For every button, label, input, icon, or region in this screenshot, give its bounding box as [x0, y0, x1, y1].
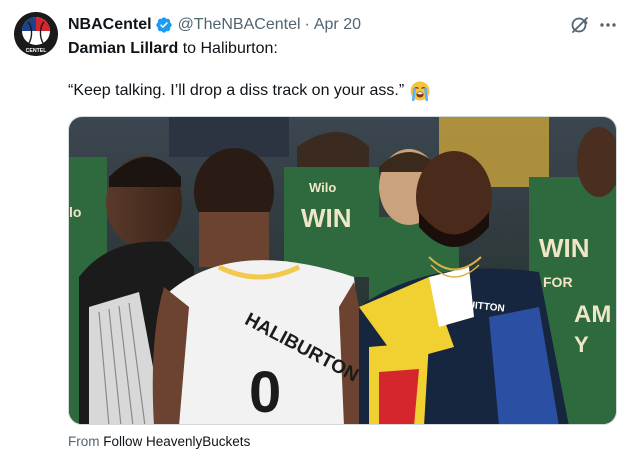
bg-jersey-3-text-b: FOR [543, 274, 573, 290]
bg-jersey-2-text: Wilo [309, 180, 336, 195]
bg-jersey-3-text-d: Y [574, 332, 589, 357]
header-separator: · [304, 16, 310, 33]
tweet-header: NBACentel @TheNBACentel · Apr 20 [68, 14, 361, 36]
tweet-text-line-2: “Keep talking. I’ll drop a diss track on… [68, 81, 430, 102]
tweet-text-rest: to Haliburton: [178, 40, 278, 57]
tweet-media-photo[interactable]: lo Wilo WIN WIN FOR AM Y HALIBURTON 0 VU… [68, 116, 617, 425]
loudly-crying-face-emoji [410, 81, 430, 102]
more-icon[interactable] [597, 14, 619, 36]
media-source-attribution: From Follow HeavenlyBuckets [68, 434, 250, 449]
bg-jersey-3-text: WIN [539, 233, 590, 263]
source-prefix: From [68, 434, 104, 449]
bg-jersey-text-left: lo [69, 204, 81, 220]
source-account-link[interactable]: Follow HeavenlyBuckets [103, 434, 250, 449]
author-handle[interactable]: @TheNBACentel [178, 16, 301, 34]
bg-jersey-1-text: WIN [301, 203, 352, 233]
mentioned-player: Damian Lillard [68, 40, 179, 57]
grok-icon[interactable] [569, 14, 591, 36]
author-display-name[interactable]: NBACentel [68, 16, 152, 34]
avatar-label: CENTEL [26, 48, 48, 54]
tweet-text-line-1: Damian Lillard to Haliburton: [68, 40, 278, 58]
quote-text: “Keep talking. I’ll drop a diss track on… [68, 82, 405, 99]
bg-jersey-3-text-c: AM [574, 301, 611, 328]
tweet[interactable]: CENTEL NBACentel @TheNBACentel · Apr 20 … [0, 0, 627, 456]
jersey-number-text: 0 [249, 360, 281, 425]
verified-badge-icon [155, 16, 173, 34]
author-avatar[interactable]: CENTEL [14, 12, 58, 56]
tweet-date[interactable]: Apr 20 [314, 16, 361, 34]
